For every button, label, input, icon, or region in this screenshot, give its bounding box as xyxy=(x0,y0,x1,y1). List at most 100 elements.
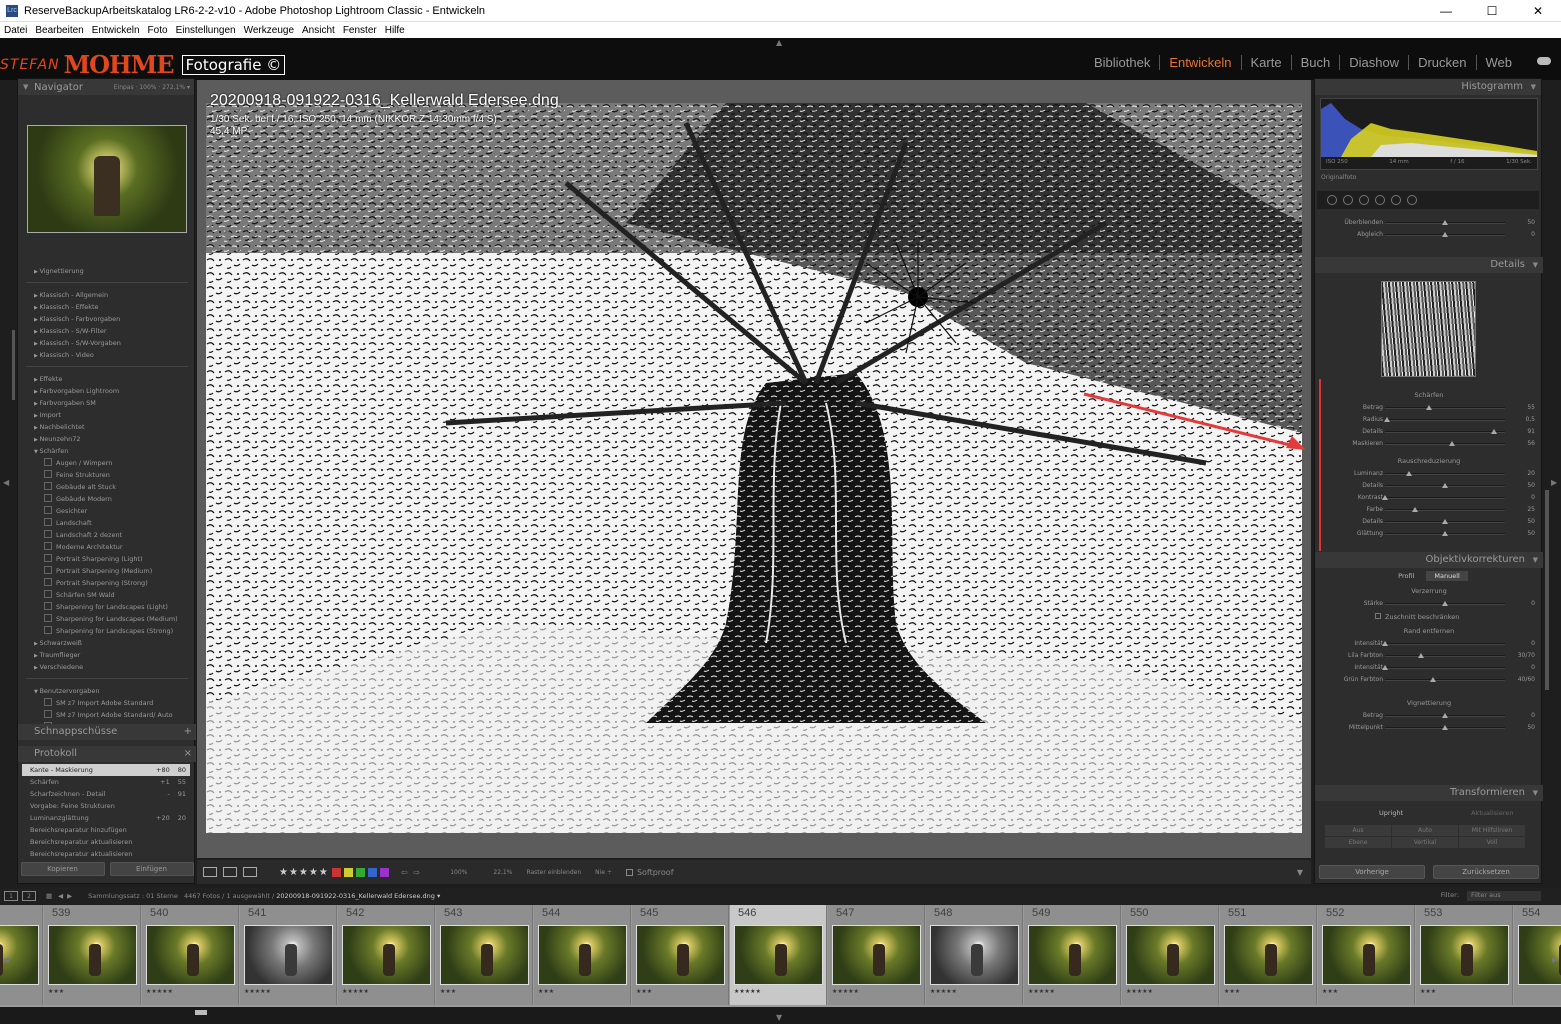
film-right-arrow-icon[interactable]: ▶ xyxy=(1552,955,1558,964)
spot-removal-icon[interactable] xyxy=(1343,195,1353,205)
slider-knob[interactable] xyxy=(1442,531,1448,536)
slider-knob[interactable] xyxy=(1382,665,1388,670)
slider-value[interactable]: 50 xyxy=(1527,530,1535,537)
slider-value[interactable]: 0 xyxy=(1531,664,1535,671)
thumbnail-image[interactable] xyxy=(930,925,1019,985)
left-panel-toggle-icon[interactable]: ◀ xyxy=(3,478,9,487)
slider-value[interactable]: 91 xyxy=(1527,428,1535,435)
preset-folder[interactable]: Effekte xyxy=(18,373,196,385)
module-drucken[interactable]: Drucken xyxy=(1408,55,1475,70)
slider-knob[interactable] xyxy=(1382,495,1388,500)
copy-button[interactable]: Kopieren xyxy=(20,862,105,876)
source-path[interactable]: Sammlungssatz : 01 Sterne 4467 Fotos / 1… xyxy=(88,892,440,900)
graduated-filter-icon[interactable] xyxy=(1375,195,1385,205)
thumbnail-image[interactable] xyxy=(1420,925,1509,985)
preset-item[interactable]: Landschaft xyxy=(18,517,196,529)
tab-manuell[interactable]: Manuell xyxy=(1426,571,1468,581)
preset-folder[interactable]: Farbvorgaben SM xyxy=(18,397,196,409)
preset-folder[interactable]: Schwarzweiß xyxy=(18,637,196,649)
filmstrip-thumbnail[interactable]: 549 ★★★★★ xyxy=(1024,905,1121,1005)
slider-knob[interactable] xyxy=(1442,220,1448,225)
preset-item[interactable]: Augen / Wimpern xyxy=(18,457,196,469)
upright-button[interactable]: Auto xyxy=(1392,825,1458,836)
screen-2-button[interactable]: 2 xyxy=(22,891,36,901)
module-entwickeln[interactable]: Entwickeln xyxy=(1159,55,1240,70)
thumbnail-image[interactable] xyxy=(1028,925,1117,985)
thumbnail-image[interactable] xyxy=(244,925,333,985)
menu-datei[interactable]: Datei xyxy=(4,25,27,36)
module-web[interactable]: Web xyxy=(1475,55,1522,70)
history-item[interactable]: Bereichsreparatur aktualisieren xyxy=(22,848,190,860)
reset-button[interactable]: Zurücksetzen xyxy=(1433,865,1539,879)
thumbnail-image[interactable] xyxy=(1224,925,1313,985)
preset-item[interactable]: Gebäude alt Stuck xyxy=(18,481,196,493)
zoom-slider[interactable]: 22,1% xyxy=(493,869,512,876)
softproof-toggle[interactable]: Softproof xyxy=(625,868,674,877)
slider-knob[interactable] xyxy=(1442,713,1448,718)
previous-button[interactable]: Vorherige xyxy=(1319,865,1425,879)
slider-knob[interactable] xyxy=(1442,519,1448,524)
slider-knob[interactable] xyxy=(1418,653,1424,658)
menu-ansicht[interactable]: Ansicht xyxy=(302,25,335,36)
close-window-button[interactable]: ✕ xyxy=(1515,0,1561,22)
slider-value[interactable]: 0 xyxy=(1531,231,1535,238)
filmstrip-thumbnail[interactable]: 544 ★★★ xyxy=(534,905,631,1005)
preset-folder[interactable]: Klassisch - Farbvorgaben xyxy=(18,313,196,325)
thumbnail-image[interactable] xyxy=(1126,925,1215,985)
next-photo-arrow-icon[interactable]: ⇨ xyxy=(414,868,421,877)
forward-arrow-icon[interactable]: ▶ xyxy=(67,892,72,900)
thumbnail-image[interactable] xyxy=(832,925,921,985)
grid-view-icon[interactable]: ▦ xyxy=(46,892,52,900)
right-scrollbar[interactable] xyxy=(1545,490,1549,690)
slider-knob[interactable] xyxy=(1442,483,1448,488)
navigator-zoom[interactable]: Einpas · 100% · 272,1% ▾ xyxy=(114,84,190,91)
before-after-split-icon[interactable] xyxy=(243,867,257,877)
slider-track[interactable] xyxy=(1385,667,1505,669)
slider-value[interactable]: 0 xyxy=(1531,640,1535,647)
slider-knob[interactable] xyxy=(1406,471,1412,476)
color-label-red[interactable] xyxy=(331,867,341,877)
preset-folder[interactable]: Klassisch - Effekte xyxy=(18,301,196,313)
history-item[interactable]: Schärfen +1 55 xyxy=(22,776,190,788)
thumbnail-image[interactable] xyxy=(146,925,235,985)
preset-item[interactable]: SM z7 Import Adobe Standard xyxy=(18,697,196,709)
preset-item[interactable]: Portrait Sharpening (Strong) xyxy=(18,577,196,589)
upright-button[interactable]: Ebene xyxy=(1325,837,1391,848)
filmstrip-thumbnail[interactable]: 553 ★★★ xyxy=(1416,905,1513,1005)
slider-value[interactable]: 55 xyxy=(1527,404,1535,411)
thumbnail-image[interactable] xyxy=(734,925,823,985)
color-label-green[interactable] xyxy=(355,867,365,877)
preset-folder[interactable]: Benutzervorgaben xyxy=(18,685,196,697)
slider-track[interactable] xyxy=(1385,509,1505,511)
slider-value[interactable]: 25 xyxy=(1527,506,1535,513)
preset-folder[interactable]: Traumflieger xyxy=(18,649,196,661)
color-label-yellow[interactable] xyxy=(343,867,353,877)
filmstrip-thumbnail[interactable]: 541 ★★★★★ xyxy=(240,905,337,1005)
thumbnail-image[interactable] xyxy=(538,925,627,985)
collapse-bottom-arrow-icon[interactable]: ▼ xyxy=(776,1013,782,1022)
right-panel-toggle-icon[interactable]: ▶ xyxy=(1551,478,1557,487)
menu-werkzeuge[interactable]: Werkzeuge xyxy=(244,25,294,36)
preset-item[interactable]: Moderne Architektur xyxy=(18,541,196,553)
slider-track[interactable] xyxy=(1385,419,1505,421)
slider-value[interactable]: 50 xyxy=(1527,518,1535,525)
slider-knob[interactable] xyxy=(1426,405,1433,410)
preset-item[interactable]: Gesichter xyxy=(18,505,196,517)
back-arrow-icon[interactable]: ◀ xyxy=(58,892,63,900)
preset-item[interactable]: Gebäude Modern xyxy=(18,493,196,505)
paste-button[interactable]: Einfügen xyxy=(109,862,194,876)
filmstrip-thumbnail[interactable]: 551 ★★★ xyxy=(1220,905,1317,1005)
slider-value[interactable]: 40/60 xyxy=(1518,676,1535,683)
brush-icon[interactable] xyxy=(1407,195,1417,205)
update-button[interactable]: Aktualisieren xyxy=(1471,809,1513,817)
history-item[interactable]: Vorgabe: Feine Strukturen xyxy=(22,800,190,812)
slider-track[interactable] xyxy=(1385,443,1505,445)
loupe-view-icon[interactable] xyxy=(203,867,217,877)
filmstrip-thumbnail[interactable]: 539 ★★★ xyxy=(44,905,141,1005)
add-snapshot-button[interactable]: + xyxy=(184,724,192,740)
preset-folder[interactable]: Farbvorgaben Lightroom xyxy=(18,385,196,397)
slider-value[interactable]: 50 xyxy=(1527,219,1535,226)
filmstrip-thumbnail[interactable]: 548 ★★★★★ xyxy=(926,905,1023,1005)
slider-value[interactable]: 50 xyxy=(1527,482,1535,489)
preset-item[interactable]: Feine Strukturen xyxy=(18,469,196,481)
